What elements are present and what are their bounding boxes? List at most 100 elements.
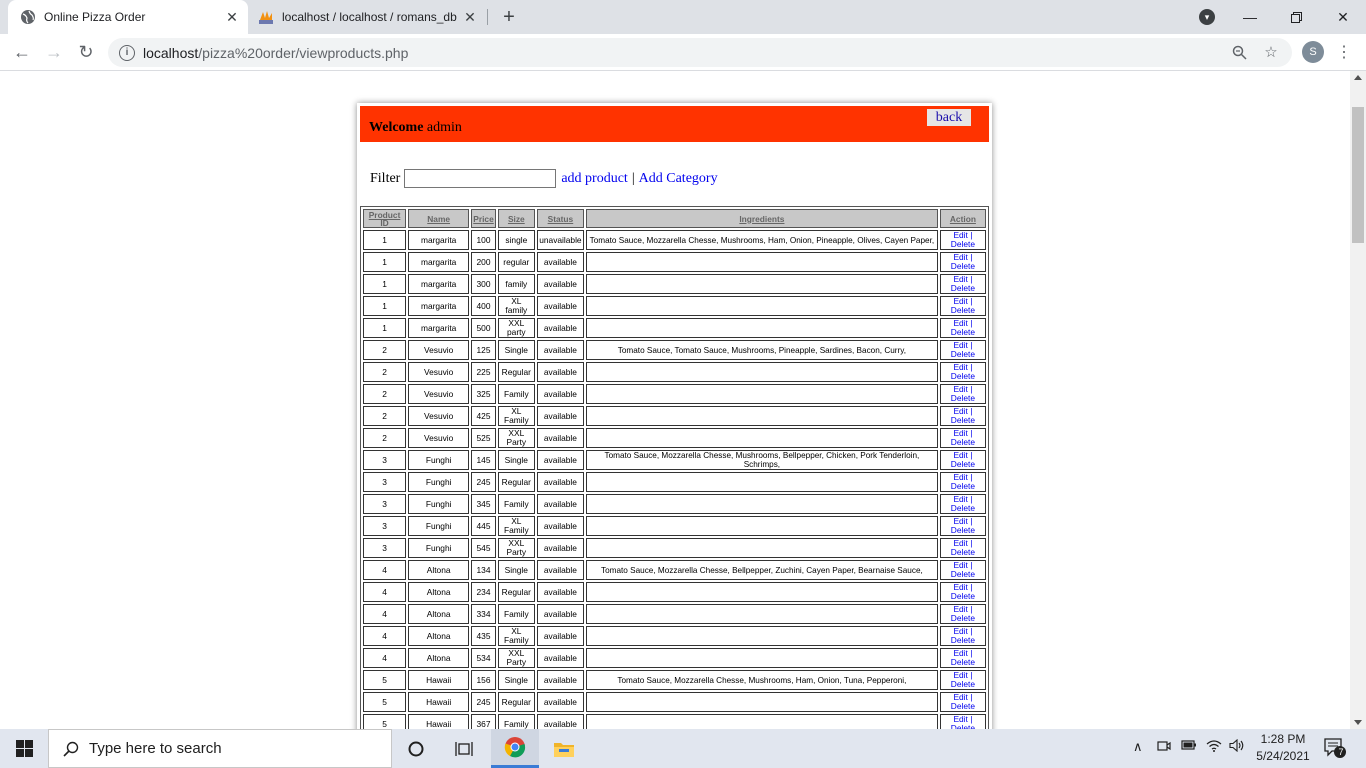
delete-link[interactable]: Delete bbox=[951, 437, 975, 447]
table-row: 1 margarita 300 family available Edit | Delete bbox=[363, 274, 986, 294]
table-row: 1 margarita 100 single unavailable Tomato Sau… bbox=[363, 230, 986, 250]
action-cell: Edit | Delete bbox=[939, 450, 986, 470]
delete-link[interactable]: Delete bbox=[951, 635, 975, 645]
product-size-cell: XXL Party bbox=[497, 428, 535, 448]
product-status-cell: available bbox=[536, 604, 584, 624]
new-tab-plus-icon[interactable]: + bbox=[498, 6, 520, 28]
scroll-up-arrow-icon[interactable] bbox=[1354, 75, 1362, 80]
taskbar-search-box[interactable]: Type here to search bbox=[48, 729, 392, 768]
add-category-link[interactable]: Add Category bbox=[639, 171, 718, 187]
product-id-cell: 3 bbox=[363, 494, 407, 514]
scrollbar-thumb[interactable] bbox=[1352, 107, 1364, 243]
close-window-icon[interactable]: ✕ bbox=[1320, 0, 1366, 34]
delete-link[interactable]: Delete bbox=[951, 547, 975, 557]
product-id-cell: 5 bbox=[363, 692, 407, 712]
product-ingredients-cell bbox=[585, 384, 938, 404]
restore-icon[interactable] bbox=[1273, 0, 1319, 34]
show-hidden-icons-chevron-icon[interactable]: ∧ bbox=[1133, 739, 1143, 755]
product-status-cell: available bbox=[536, 582, 584, 602]
delete-link[interactable]: Delete bbox=[951, 481, 975, 491]
delete-link[interactable]: Delete bbox=[951, 393, 975, 403]
product-size-cell: Single bbox=[497, 670, 535, 690]
tab-online-pizza-order[interactable]: Online Pizza Order ✕ bbox=[8, 0, 248, 34]
delete-link[interactable]: Delete bbox=[951, 679, 975, 689]
clock-date: 5/24/2021 bbox=[1256, 749, 1310, 763]
table-row: 2 Vesuvio 425 XL Family available Edit | Delet… bbox=[363, 406, 986, 426]
delete-link[interactable]: Delete bbox=[951, 349, 975, 359]
product-ingredients-cell bbox=[585, 516, 938, 536]
delete-link[interactable]: Delete bbox=[951, 305, 975, 315]
column-header-name[interactable]: Name bbox=[408, 209, 470, 228]
delete-link[interactable]: Delete bbox=[951, 569, 975, 579]
product-name-cell: Altona bbox=[408, 626, 470, 646]
filter-input[interactable] bbox=[404, 169, 557, 188]
product-ingredients-cell bbox=[585, 252, 938, 272]
close-tab-icon[interactable]: ✕ bbox=[222, 7, 242, 27]
column-header-size[interactable]: Size bbox=[497, 209, 535, 228]
action-cell: Edit | Delete bbox=[939, 230, 986, 250]
tab-search-dropdown-icon[interactable]: ▾ bbox=[1199, 9, 1215, 25]
delete-link[interactable]: Delete bbox=[951, 239, 975, 249]
delete-link[interactable]: Delete bbox=[951, 327, 975, 337]
close-tab-icon[interactable]: ✕ bbox=[460, 7, 480, 27]
delete-link[interactable]: Delete bbox=[951, 503, 975, 513]
product-name-cell: Funghi bbox=[408, 538, 470, 558]
file-explorer-icon[interactable] bbox=[540, 729, 588, 768]
meet-now-icon[interactable] bbox=[1157, 739, 1171, 756]
menu-dots-icon[interactable]: ⋮ bbox=[1336, 41, 1352, 63]
reload-icon[interactable]: ↻ bbox=[73, 39, 99, 65]
delete-link[interactable]: Delete bbox=[951, 525, 975, 535]
product-ingredients-cell: Tomato Sauce, Mozzarella Chesse, Mushroo… bbox=[585, 670, 938, 690]
cortana-icon[interactable] bbox=[392, 729, 440, 768]
delete-link[interactable]: Delete bbox=[951, 591, 975, 601]
delete-link[interactable]: Delete bbox=[951, 283, 975, 293]
delete-link[interactable]: Delete bbox=[951, 657, 975, 667]
product-size-cell: Single bbox=[497, 560, 535, 580]
column-header-action[interactable]: Action bbox=[939, 209, 986, 228]
table-row: 2 Vesuvio 325 Family available Edit | Delete bbox=[363, 384, 986, 404]
tab-phpmyadmin[interactable]: localhost / localhost / romans_db ✕ bbox=[250, 0, 486, 34]
chrome-taskbar-icon[interactable] bbox=[491, 729, 539, 768]
product-size-cell: XL Family bbox=[497, 516, 535, 536]
product-id-cell: 2 bbox=[363, 384, 407, 404]
address-bar[interactable]: i localhost/pizza%20order/viewproducts.p… bbox=[108, 38, 1292, 67]
product-status-cell: available bbox=[536, 714, 584, 729]
delete-link[interactable]: Delete bbox=[951, 613, 975, 623]
column-header-status[interactable]: Status bbox=[536, 209, 584, 228]
taskbar-clock[interactable]: 1:28 PM 5/24/2021 bbox=[1248, 731, 1318, 765]
table-row: 4 Altona 534 XXL Party available Edit | Delete bbox=[363, 648, 986, 668]
url-text[interactable]: localhost/pizza%20order/viewproducts.php bbox=[143, 45, 408, 61]
column-header-ingredients[interactable]: Ingredients bbox=[585, 209, 938, 228]
column-header-product-id[interactable]: Product ID bbox=[363, 209, 407, 228]
site-info-icon[interactable]: i bbox=[119, 44, 135, 61]
product-ingredients-cell bbox=[585, 428, 938, 448]
profile-avatar[interactable]: S bbox=[1302, 41, 1324, 63]
bookmark-star-icon[interactable]: ☆ bbox=[1260, 41, 1282, 63]
product-name-cell: Funghi bbox=[408, 472, 470, 492]
delete-link[interactable]: Delete bbox=[951, 701, 975, 711]
windows-start-icon[interactable] bbox=[0, 729, 48, 768]
delete-link[interactable]: Delete bbox=[951, 261, 975, 271]
delete-link[interactable]: Delete bbox=[951, 415, 975, 425]
notification-center-icon[interactable]: 7 bbox=[1323, 737, 1347, 762]
page-scrollbar[interactable] bbox=[1350, 71, 1366, 729]
filter-row: Filter add product | Add Category bbox=[370, 169, 718, 188]
battery-icon[interactable] bbox=[1181, 739, 1197, 754]
scroll-down-arrow-icon[interactable] bbox=[1354, 720, 1362, 725]
add-product-link[interactable]: add product bbox=[561, 171, 627, 187]
column-header-price[interactable]: Price bbox=[471, 209, 496, 228]
delete-link[interactable]: Delete bbox=[951, 459, 975, 469]
wifi-icon[interactable] bbox=[1206, 739, 1222, 755]
product-id-cell: 4 bbox=[363, 648, 407, 668]
volume-icon[interactable] bbox=[1229, 738, 1245, 755]
task-view-icon[interactable] bbox=[440, 729, 488, 768]
product-status-cell: available bbox=[536, 406, 584, 426]
delete-link[interactable]: Delete bbox=[951, 371, 975, 381]
table-row: 5 Hawaii 156 Single available Tomato Sauce, M… bbox=[363, 670, 986, 690]
forward-arrow-icon[interactable]: → bbox=[41, 39, 67, 65]
action-cell: Edit | Delete bbox=[939, 428, 986, 448]
minimize-icon[interactable]: — bbox=[1227, 0, 1273, 34]
back-button[interactable]: back bbox=[927, 109, 971, 126]
back-arrow-icon[interactable]: ← bbox=[9, 39, 35, 65]
zoom-icon[interactable] bbox=[1228, 41, 1250, 63]
